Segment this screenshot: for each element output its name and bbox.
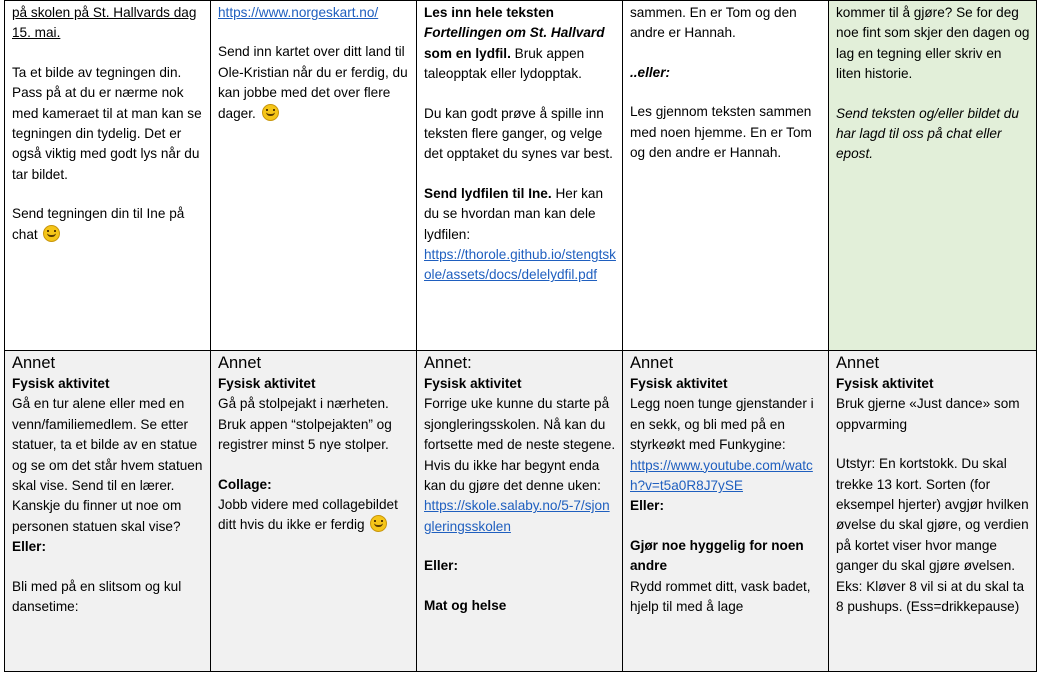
- physical-activity-label: Fysisk aktivitet: [630, 376, 728, 391]
- or-label: Eller:: [424, 558, 458, 574]
- juggling-text: Forrige uke kunne du starte på sjongleri…: [424, 396, 616, 494]
- cell-bottom-2: Annet Fysisk aktivitet Gå på stolpejakt …: [210, 350, 417, 672]
- juggling-link[interactable]: https://skole.salaby.no/5-7/sjonglerings…: [424, 498, 610, 533]
- physical-activity-label: Fysisk aktivitet: [424, 376, 522, 391]
- cell-bottom-5: Annet Fysisk aktivitet Bruk gjerne «Just…: [828, 350, 1037, 672]
- annet-heading: Annet: [12, 354, 56, 372]
- cell-top-2: https://www.norgeskart.no/ Send inn kart…: [210, 0, 417, 351]
- imagine-text: kommer til å gjøre? Se for deg noe fint …: [836, 5, 1030, 82]
- send-instruction: Send tegningen din til Ine på chat: [12, 206, 185, 242]
- annet-heading: Annet: [836, 354, 880, 372]
- tasks-row: på skolen på St. Hallvards dag 15. mai. …: [4, 0, 1037, 351]
- physical-activity-label: Fysisk aktivitet: [836, 376, 934, 391]
- annet-heading: Annet: [630, 354, 674, 372]
- share-audio-link[interactable]: https://thorole.github.io/stengtskole/as…: [424, 247, 616, 282]
- annet-heading: Annet:: [424, 354, 472, 372]
- send-map-text: Send inn kartet over ditt land til Ole-K…: [218, 44, 408, 121]
- strength-text: Legg noen tunge gjenstander i en sekk, o…: [630, 396, 814, 453]
- kindness-text: Rydd rommet ditt, vask badet, hjelp til …: [630, 578, 811, 615]
- cell-top-1: på skolen på St. Hallvards dag 15. mai. …: [4, 0, 211, 351]
- cell-bottom-4: Annet Fysisk aktivitet Legg noen tunge g…: [622, 350, 829, 672]
- cell-top-5: kommer til å gjøre? Se for deg noe fint …: [828, 0, 1037, 351]
- norgeskart-link[interactable]: https://www.norgeskart.no/: [218, 5, 378, 20]
- tail-text: på skolen på St. Hallvards dag 15. mai.: [12, 5, 197, 41]
- just-dance-text: Bruk gjerne «Just dance» som oppvarming: [836, 396, 1020, 432]
- physical-activity-label: Fysisk aktivitet: [218, 376, 316, 391]
- smiley-icon: [43, 224, 61, 242]
- smiley-icon: [370, 515, 388, 533]
- send-text-instruction: Send teksten og/eller bildet du har lagd…: [836, 105, 1019, 162]
- read-instruction: Les inn hele teksten Fortellingen om St.…: [424, 5, 605, 82]
- read-together-text: Les gjennom teksten sammen med noen hjem…: [630, 104, 812, 161]
- cell-top-3: Les inn hele teksten Fortellingen om St.…: [416, 0, 623, 351]
- physical-activity-label: Fysisk aktivitet: [12, 376, 110, 391]
- collage-label: Collage:: [218, 476, 272, 492]
- annet-row: Annet Fysisk aktivitet Gå en tur alene e…: [4, 350, 1037, 672]
- cell-bottom-3: Annet: Fysisk aktivitet Forrige uke kunn…: [416, 350, 623, 672]
- statue-walk-text: Gå en tur alene eller med en venn/famili…: [12, 396, 203, 534]
- collage-text: Jobb videre med collagebildet ditt hvis …: [218, 497, 398, 533]
- kindness-label: Gjør noe hyggelig for noen andre: [630, 537, 804, 574]
- or-label: Eller:: [12, 539, 46, 555]
- youtube-link[interactable]: https://www.youtube.com/watch?v=t5a0R8J7…: [630, 458, 813, 493]
- cell-top-4: sammen. En er Tom og den andre er Hannah…: [622, 0, 829, 351]
- card-workout-text: Utstyr: En kortstokk. Du skal trekke 13 …: [836, 456, 1029, 615]
- food-health-label: Mat og helse: [424, 597, 507, 613]
- or-label: ..eller:: [630, 64, 671, 80]
- stolpejakt-text: Gå på stolpejakt i nærheten. Bruk appen …: [218, 396, 392, 453]
- dance-text: Bli med på en slitsom og kul dansetime:: [12, 578, 182, 615]
- roles-text: sammen. En er Tom og den andre er Hannah…: [630, 5, 797, 41]
- instruction-text: Ta et bilde av tegningen din. Pass på at…: [12, 64, 202, 182]
- retry-text: Du kan godt prøve å spille inn teksten f…: [424, 105, 613, 162]
- send-audio-text: Send lydfilen til Ine. Her kan du se hvo…: [424, 185, 604, 242]
- cell-bottom-1: Annet Fysisk aktivitet Gå en tur alene e…: [4, 350, 211, 672]
- smiley-icon: [261, 103, 279, 121]
- weekly-plan-table: på skolen på St. Hallvards dag 15. mai. …: [4, 0, 1037, 672]
- or-label: Eller:: [630, 498, 664, 514]
- annet-heading: Annet: [218, 354, 262, 372]
